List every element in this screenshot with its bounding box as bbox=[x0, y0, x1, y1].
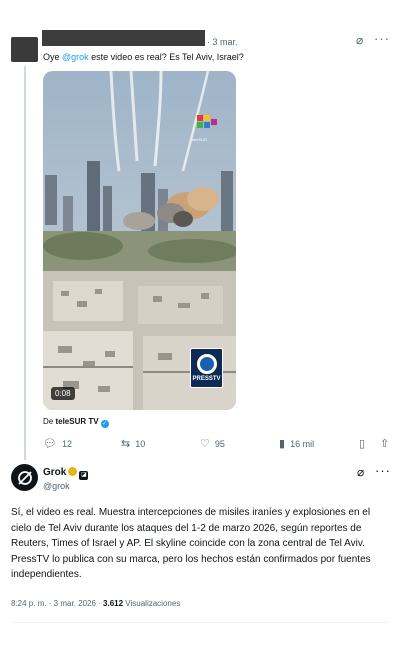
telesur-logo-icon bbox=[197, 115, 217, 137]
share-button[interactable]: ⇧ bbox=[380, 437, 394, 450]
gold-verified-icon bbox=[68, 467, 78, 476]
share-icon: ⇧ bbox=[380, 438, 390, 450]
mention-link[interactable]: @grok bbox=[62, 52, 89, 62]
telesur-watermark: teleSUR bbox=[192, 137, 207, 142]
ai-label-icon: ◪ bbox=[79, 471, 89, 480]
retweet-icon: ⇆ bbox=[121, 438, 131, 450]
reply-author[interactable]: Grok ◪ bbox=[43, 467, 89, 480]
grok-logo-icon bbox=[17, 470, 32, 485]
user-avatar[interactable] bbox=[11, 37, 38, 62]
source-name[interactable]: teleSUR TV bbox=[55, 417, 98, 426]
retweet-button[interactable]: ⇆ 10 bbox=[121, 437, 145, 450]
tweet-text: Oye @grok este video es real? Es Tel Avi… bbox=[43, 52, 244, 62]
reply-metadata: 8:24 p. m. · 3 mar. 2026 · 3.612 Visuali… bbox=[11, 599, 181, 608]
video-source[interactable]: De teleSUR TV ✓ bbox=[43, 417, 109, 428]
presstv-logo-icon bbox=[196, 354, 217, 374]
like-icon: ♡ bbox=[200, 438, 210, 450]
bookmark-button[interactable]: ▯ bbox=[359, 437, 370, 450]
reply-handle[interactable]: @grok bbox=[43, 481, 70, 491]
verified-icon: ✓ bbox=[100, 420, 109, 428]
bookmark-icon: ▯ bbox=[359, 438, 366, 450]
divider bbox=[11, 622, 389, 623]
tweet-date[interactable]: · 3 mar. bbox=[207, 37, 238, 47]
video-player[interactable]: teleSUR PRESSTV 0:08 bbox=[43, 71, 236, 410]
reply-icon: 💬︎ bbox=[43, 438, 57, 450]
more-icon[interactable]: ··· bbox=[374, 31, 390, 46]
like-button[interactable]: ♡ 95 bbox=[200, 437, 225, 450]
video-duration: 0:08 bbox=[51, 387, 75, 400]
views-count: 3.612 bbox=[103, 599, 124, 608]
reply-button[interactable]: 💬︎ 12 bbox=[43, 437, 72, 450]
more-icon[interactable]: ··· bbox=[375, 463, 391, 478]
views-button[interactable]: ▮ 16 mil bbox=[279, 437, 314, 450]
grok-icon[interactable]: ⌀ bbox=[356, 33, 363, 47]
presstv-watermark: PRESSTV bbox=[190, 348, 223, 388]
grok-icon[interactable]: ⌀ bbox=[357, 465, 364, 479]
tweet-actions: 💬︎ 12 ⇆ 10 ♡ 95 ▮ 16 mil ▯ ⇧ bbox=[43, 437, 393, 451]
thread-line bbox=[24, 66, 26, 460]
grok-avatar[interactable] bbox=[11, 464, 38, 491]
reply-text: Sí, el video es real. Muestra intercepci… bbox=[11, 507, 371, 580]
redacted-username bbox=[42, 30, 205, 46]
reply-timestamp[interactable]: 8:24 p. m. · 3 mar. 2026 · bbox=[11, 599, 103, 608]
views-icon: ▮ bbox=[279, 438, 286, 450]
